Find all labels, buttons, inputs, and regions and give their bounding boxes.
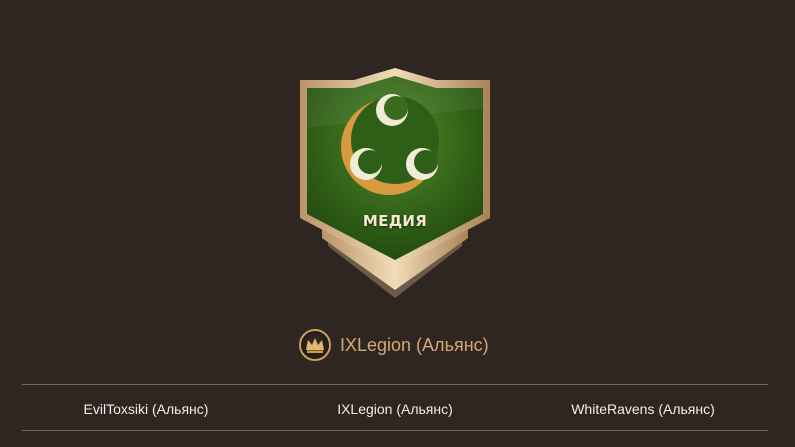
alliance-link[interactable]: IXLegion (Альянс) [295,401,495,417]
shield-icon [300,68,490,298]
crown-badge-icon [299,329,331,361]
divider-bottom [22,430,768,431]
alliance-link[interactable]: WhiteRavens (Альянс) [543,401,743,417]
faction-name: МЕДИЯ [362,212,428,230]
owner-alliance-name: IXLegion (Альянс) [340,334,489,355]
owner-alliance[interactable]: IXLegion (Альянс) [299,328,489,362]
faction-emblem [294,68,496,300]
alliance-link[interactable]: EvilToxsiki (Альянс) [46,401,246,417]
divider-top [22,384,768,385]
